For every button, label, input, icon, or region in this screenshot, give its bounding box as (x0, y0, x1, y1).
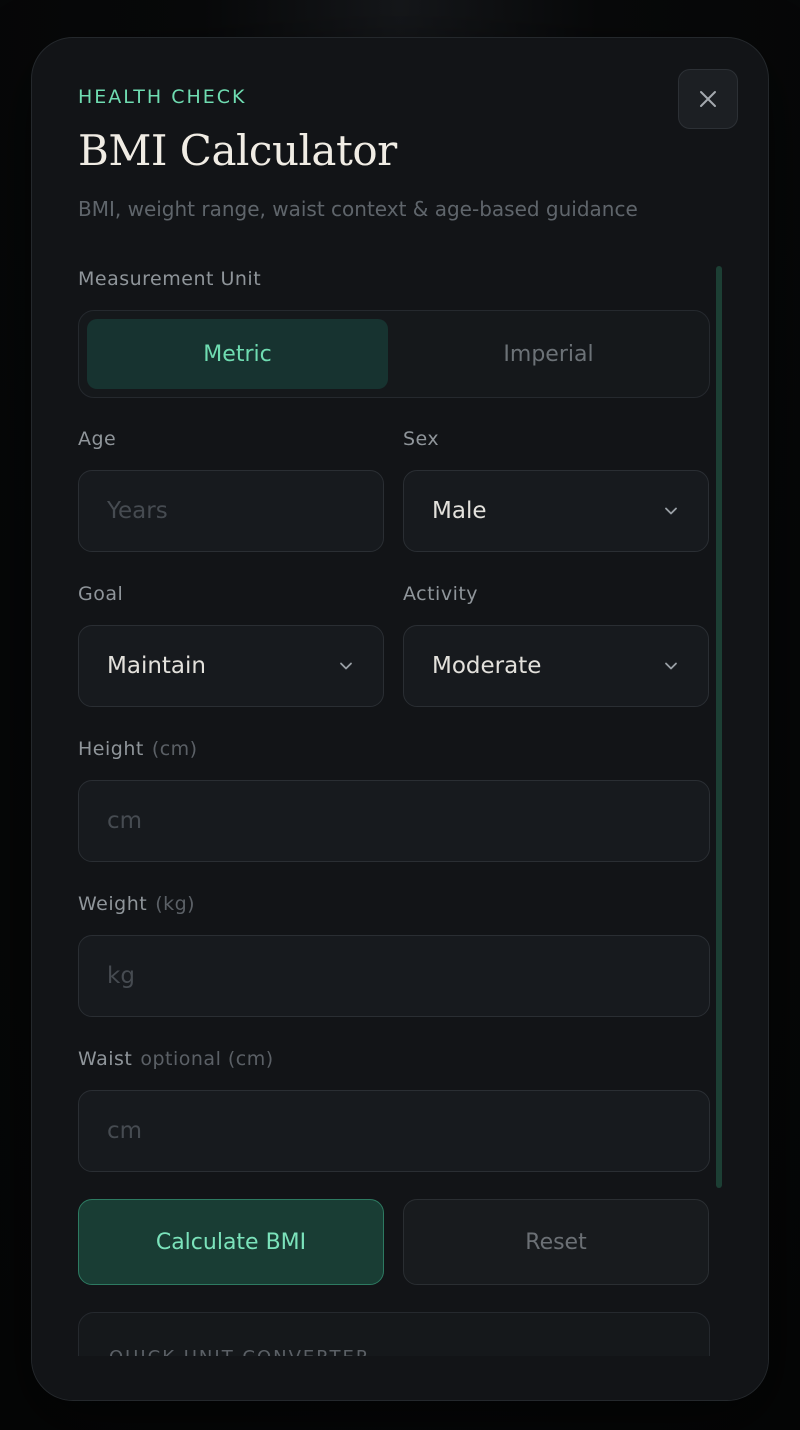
height-label: Height (cm) (78, 738, 198, 760)
goal-select[interactable]: Maintain (78, 625, 384, 707)
page-title: BMI Calculator (78, 126, 397, 175)
goal-value: Maintain (107, 653, 206, 679)
height-unit: (cm) (151, 738, 198, 760)
chevron-down-icon (665, 507, 677, 515)
age-input[interactable]: Years (78, 470, 384, 552)
chevron-down-icon (340, 662, 352, 670)
age-label: Age (78, 428, 117, 450)
weight-label-text: Weight (78, 893, 148, 915)
close-icon (700, 91, 716, 107)
sex-select[interactable]: Male (403, 470, 709, 552)
unit-option-imperial[interactable]: Imperial (398, 319, 699, 389)
height-placeholder: cm (107, 808, 143, 834)
modal-footer-clip (32, 1356, 768, 1400)
eyebrow-label: HEALTH CHECK (78, 86, 247, 108)
age-placeholder: Years (107, 498, 168, 524)
height-input[interactable]: cm (78, 780, 710, 862)
goal-label: Goal (78, 583, 124, 605)
unit-label: Measurement Unit (78, 268, 262, 290)
chevron-down-icon (665, 662, 677, 670)
waist-label: Waist optional (cm) (78, 1048, 274, 1070)
weight-placeholder: kg (107, 963, 135, 989)
weight-input[interactable]: kg (78, 935, 710, 1017)
activity-value: Moderate (432, 653, 542, 679)
bmi-modal: HEALTH CHECK BMI Calculator BMI, weight … (31, 37, 769, 1401)
height-label-text: Height (78, 738, 144, 760)
reset-button[interactable]: Reset (403, 1199, 709, 1285)
sex-label: Sex (403, 428, 440, 450)
waist-placeholder: cm (107, 1118, 143, 1144)
unit-option-metric[interactable]: Metric (87, 319, 388, 389)
waist-label-text: Waist (78, 1048, 133, 1070)
calculate-button[interactable]: Calculate BMI (78, 1199, 384, 1285)
scrollbar[interactable] (716, 266, 722, 1188)
activity-label: Activity (403, 583, 479, 605)
waist-input[interactable]: cm (78, 1090, 710, 1172)
page-subtitle: BMI, weight range, waist context & age-b… (78, 197, 638, 221)
weight-label: Weight (kg) (78, 893, 195, 915)
weight-unit: (kg) (155, 893, 196, 915)
close-button[interactable] (678, 69, 738, 129)
waist-unit: optional (cm) (140, 1048, 274, 1070)
sex-value: Male (432, 498, 487, 524)
activity-select[interactable]: Moderate (403, 625, 709, 707)
unit-toggle: Metric Imperial (78, 310, 710, 398)
